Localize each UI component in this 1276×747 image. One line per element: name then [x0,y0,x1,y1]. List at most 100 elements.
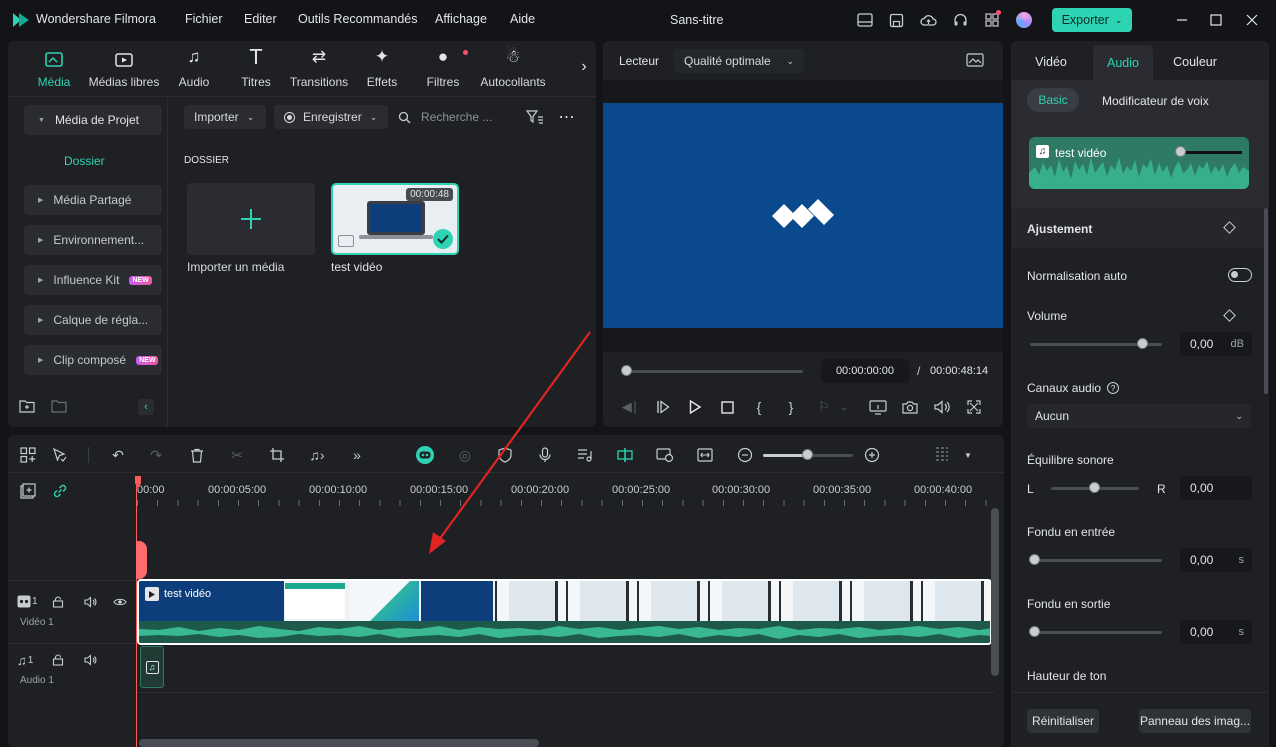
properties-scrollbar[interactable] [1264,208,1268,394]
mark-in-icon[interactable]: { [749,397,769,417]
fit-timeline-icon[interactable] [695,445,715,465]
fade-out-slider-track[interactable] [1030,631,1162,634]
audio-tools-icon[interactable]: ♫› [307,445,327,465]
audio-track-placeholder[interactable]: ♫ [140,646,164,688]
zoom-in-icon[interactable] [862,445,882,465]
subtab-voice-changer[interactable]: Modificateur de voix [1102,94,1209,108]
sidebar-item-influence-kit[interactable]: ▶ Influence Kit NEW [24,265,162,295]
crop-icon[interactable] [267,445,287,465]
stop-icon[interactable] [717,397,737,417]
play-icon[interactable] [685,397,705,417]
scissors-icon[interactable]: ✂ [227,445,247,465]
waveform-volume-knob[interactable] [1175,146,1186,157]
zoom-slider-knob[interactable] [802,449,813,460]
import-button[interactable]: Importer ⌄ [184,105,266,129]
menu-editer[interactable]: Editer [244,12,277,26]
select-tool-icon[interactable] [50,445,70,465]
layout-icon[interactable] [855,10,875,30]
avatar[interactable] [1016,12,1032,28]
link-icon[interactable] [50,481,70,501]
search-box[interactable]: Recherche ... [398,105,510,129]
fade-out-slider-knob[interactable] [1029,626,1040,637]
filter-icon[interactable] [524,107,546,127]
chevron-down-icon[interactable]: ▼ [958,445,978,465]
tab-color[interactable]: Couleur [1160,45,1230,79]
menu-outils[interactable]: Outils Recommandés [298,12,418,26]
menu-aide[interactable]: Aide [510,12,535,26]
subtab-basic[interactable]: Basic [1027,88,1079,112]
quality-dropdown[interactable]: Qualité optimale ⌄ [674,49,804,73]
track-layout-icon[interactable] [932,445,952,465]
sidebar-folder[interactable]: Dossier [64,154,105,168]
mark-out-icon[interactable]: } [781,397,801,417]
cloud-upload-icon[interactable] [918,10,938,30]
next-frame-icon[interactable] [653,397,673,417]
chevron-right-icon[interactable]: › [576,57,592,77]
tab-media[interactable]: Média [30,41,78,97]
timeline-video-clip[interactable]: test vidéo [137,579,992,645]
speaker-icon[interactable] [82,652,98,668]
delete-icon[interactable] [187,445,207,465]
lock-icon[interactable] [50,594,66,610]
volume-slider-knob[interactable] [1137,338,1148,349]
eye-icon[interactable] [112,594,128,610]
zoom-out-icon[interactable] [735,445,755,465]
fade-out-input[interactable]: 0,00 s [1180,620,1252,644]
record-button[interactable]: Enregistrer ⌄ [274,105,388,129]
speaker-icon[interactable] [82,594,98,610]
headset-icon[interactable] [950,10,970,30]
collapse-sidebar-button[interactable]: ‹ [138,399,154,415]
tab-stock-media[interactable]: Médias libres [88,41,160,97]
tab-transitions[interactable]: ⇄ Transitions [287,41,351,97]
fade-in-slider-knob[interactable] [1029,554,1040,565]
timeline-horizontal-scrollbar[interactable] [139,739,539,747]
volume-icon[interactable] [932,397,952,417]
tab-effects[interactable]: ✦ Effets [360,41,404,97]
marker-dropdown-icon[interactable]: ⌄ [838,397,850,417]
reset-button[interactable]: Réinitialiser [1027,709,1099,733]
close-icon[interactable] [1242,10,1262,30]
balance-slider-knob[interactable] [1089,482,1100,493]
import-media-tile[interactable] [187,183,315,255]
render-preview-icon[interactable] [868,397,888,417]
media-clip-thumbnail[interactable]: 00:00:48 [331,183,459,255]
sidebar-item-adjustment-layer[interactable]: ▶ Calque de régla... [24,305,162,335]
playback-progress-knob[interactable] [621,365,632,376]
save-icon[interactable] [886,10,906,30]
tab-audio-properties[interactable]: Audio [1093,45,1153,81]
marker-icon[interactable]: ⚐ [814,397,834,417]
camera-icon[interactable] [900,397,920,417]
balance-input[interactable]: 0,00 [1180,476,1252,500]
more-options-icon[interactable]: ⋯ [556,107,578,127]
snap-icon[interactable] [615,445,635,465]
folder-icon[interactable] [50,397,68,415]
sidebar-project-media[interactable]: ▼ Média de Projet [24,105,162,135]
timeline-vertical-scrollbar[interactable] [991,508,999,676]
previous-frame-icon[interactable]: ◀∣ [620,397,640,417]
keyframe-panel-button[interactable]: Panneau des imag... [1139,709,1251,733]
maximize-icon[interactable] [1206,10,1226,30]
auto-highlight-icon[interactable] [655,445,675,465]
auto-normalization-toggle[interactable] [1228,268,1252,282]
scene-detect-icon[interactable] [18,445,38,465]
fullscreen-icon[interactable] [964,397,984,417]
tab-titles[interactable]: T Titres [234,41,278,97]
sidebar-item-compound-clip[interactable]: ▶ Clip composé NEW [24,345,162,375]
new-folder-icon[interactable] [18,397,36,415]
undo-icon[interactable]: ↶ [108,445,128,465]
snapshot-settings-icon[interactable] [964,50,986,70]
export-button[interactable]: Exporter ⌄ [1052,8,1132,32]
fade-in-slider-track[interactable] [1030,559,1162,562]
minimize-icon[interactable] [1172,10,1192,30]
menu-affichage[interactable]: Affichage [435,12,487,26]
playhead-marker[interactable] [136,541,147,579]
more-tools-icon[interactable]: » [347,445,367,465]
fade-in-input[interactable]: 0,00 s [1180,548,1252,572]
lock-icon[interactable] [50,652,66,668]
playback-progress-track[interactable] [627,370,803,373]
tab-filters[interactable]: ● Filtres [420,41,466,97]
sidebar-item-environment[interactable]: ▶ Environnement... [24,225,162,255]
tab-audio[interactable]: ♫ Audio [171,41,217,97]
sidebar-item-shared-media[interactable]: ▶ Média Partagé [24,185,162,215]
add-track-icon[interactable] [18,481,38,501]
